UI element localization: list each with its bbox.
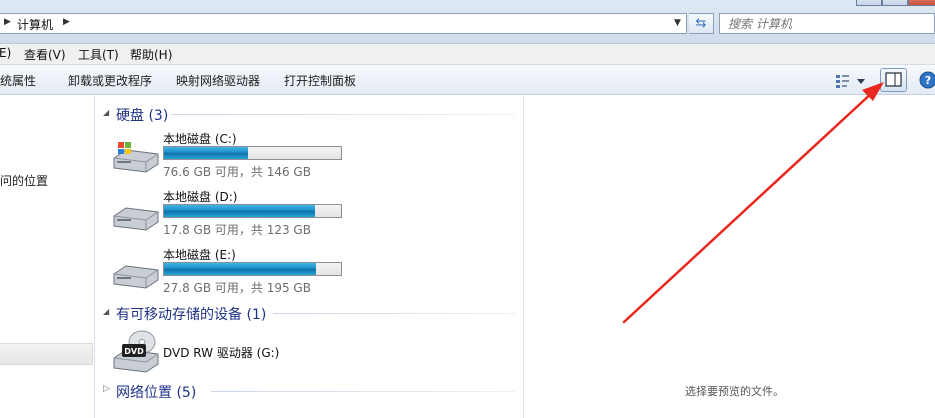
svg-text:?: ?: [925, 74, 931, 87]
collapse-triangle-icon[interactable]: ◢: [103, 108, 109, 117]
preview-empty-message: 选择要预览的文件。: [685, 385, 784, 398]
drive-free-space: 27.8 GB 可用，共 195 GB: [163, 281, 311, 295]
menu-tools[interactable]: 工具(T): [78, 46, 119, 63]
menu-bar: E) 查看(V) 工具(T) 帮助(H): [0, 44, 935, 65]
window-controls: [856, 0, 935, 6]
search-box[interactable]: [719, 13, 935, 34]
hard-drive-icon: [113, 207, 159, 231]
group-hard-disks[interactable]: ◢ 硬盘 (3): [103, 105, 515, 124]
system-drive-icon: [113, 142, 159, 173]
group-title-hard-disks: 硬盘 (3): [116, 108, 169, 124]
change-view-button[interactable]: [833, 71, 871, 89]
map-network-drive-button[interactable]: 映射网络驱动器: [176, 72, 260, 89]
menu-view[interactable]: 查看(V): [24, 46, 66, 63]
address-bar[interactable]: ▶ 计算机 ▶ ▼: [0, 13, 687, 34]
nav-recent-places[interactable]: 问的位置: [0, 172, 48, 189]
command-bar: 系统属性 卸载或更改程序 映射网络驱动器 打开控制面板 ?: [0, 65, 935, 95]
collapse-triangle-icon[interactable]: ◢: [103, 307, 109, 316]
help-icon: ?: [919, 71, 935, 89]
drive-usage-fill: [164, 263, 316, 275]
dvd-drive-item[interactable]: DVD DVD RW 驱动器 (G:): [110, 328, 370, 374]
drive-usage-bar: [163, 146, 342, 160]
drive-name: 本地磁盘 (D:): [163, 190, 238, 204]
maximize-button[interactable]: [882, 0, 908, 6]
open-control-panel-button[interactable]: 打开控制面板: [284, 72, 356, 89]
group-divider: [171, 114, 515, 115]
help-button[interactable]: ?: [916, 70, 935, 90]
drive-usage-bar: [163, 204, 342, 218]
preview-pane: 选择要预览的文件。: [524, 96, 935, 418]
group-divider: [211, 391, 515, 392]
drive-item[interactable]: 本地磁盘 (E:) 27.8 GB 可用，共 195 GB: [110, 246, 370, 298]
dvd-badge-text: DVD: [124, 347, 144, 356]
refresh-button[interactable]: ⇆: [689, 13, 714, 34]
breadcrumb-chevron-icon[interactable]: ▶: [63, 17, 70, 27]
preview-pane-button[interactable]: [880, 68, 907, 92]
group-divider: [273, 313, 515, 314]
drive-usage-bar: [163, 262, 342, 276]
hard-drive-icon: [113, 265, 159, 289]
drive-item[interactable]: 本地磁盘 (C:) 76.6 GB 可用，共 146 GB: [110, 130, 370, 182]
chevron-down-icon: [857, 79, 865, 84]
group-title-removable: 有可移动存储的设备 (1): [116, 307, 267, 323]
drive-usage-fill: [164, 147, 249, 159]
system-properties-button[interactable]: 系统属性: [0, 72, 36, 89]
drive-name: 本地磁盘 (E:): [163, 248, 236, 262]
navigation-pane[interactable]: 问的位置: [0, 96, 94, 418]
drive-usage-fill: [164, 205, 316, 217]
preview-pane-icon: [885, 72, 902, 87]
uninstall-program-button[interactable]: 卸载或更改程序: [68, 72, 152, 89]
nav-selected-item[interactable]: [0, 343, 93, 365]
dvd-drive-name: DVD RW 驱动器 (G:): [163, 346, 280, 360]
close-button[interactable]: [908, 0, 935, 6]
minimize-button[interactable]: [856, 0, 882, 6]
address-history-dropdown-icon[interactable]: ▼: [674, 18, 681, 28]
drive-item[interactable]: 本地磁盘 (D:) 17.8 GB 可用，共 123 GB: [110, 188, 370, 240]
breadcrumb-root-chevron-icon[interactable]: ▶: [4, 17, 11, 27]
drive-free-space: 76.6 GB 可用，共 146 GB: [163, 165, 311, 179]
drive-free-space: 17.8 GB 可用，共 123 GB: [163, 223, 311, 237]
group-removable-storage[interactable]: ◢ 有可移动存储的设备 (1): [103, 304, 515, 323]
group-title-network: 网络位置 (5): [116, 385, 197, 401]
group-network-locations[interactable]: ▷ 网络位置 (5): [103, 382, 515, 401]
menu-help[interactable]: 帮助(H): [130, 46, 172, 63]
address-bar-row: ▶ 计算机 ▶ ▼ ⇆: [0, 0, 935, 44]
expand-triangle-icon[interactable]: ▷: [103, 384, 110, 394]
menu-edit[interactable]: E): [0, 46, 11, 60]
dvd-drive-icon: DVD: [113, 330, 159, 373]
breadcrumb-computer[interactable]: 计算机: [17, 16, 53, 33]
drive-name: 本地磁盘 (C:): [163, 132, 237, 146]
views-icon: [836, 75, 865, 88]
refresh-icon: ⇆: [695, 16, 707, 31]
file-list-pane[interactable]: ◢ 硬盘 (3) 本地磁盘 (C:) 76.6 GB 可用，共 146 GB 本…: [95, 96, 523, 418]
search-input[interactable]: [720, 14, 934, 33]
